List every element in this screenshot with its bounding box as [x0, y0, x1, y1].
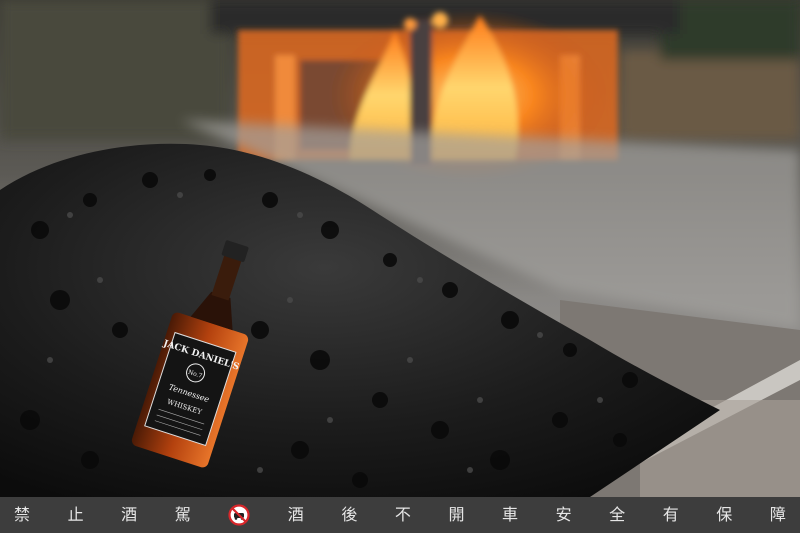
banner-char: 全: [609, 505, 626, 524]
banner-char: 車: [502, 505, 519, 524]
banner-char: 後: [341, 505, 358, 524]
banner-char: 安: [555, 505, 572, 524]
banner-char: 止: [67, 505, 84, 524]
banner-char: 開: [448, 505, 465, 524]
no-drunk-driving-icon: [228, 504, 250, 526]
banner-char: 禁: [14, 505, 31, 524]
banner-char: 駕: [174, 505, 191, 524]
banner-char: 有: [662, 505, 679, 524]
banner-char: 酒: [121, 505, 138, 524]
banner-char: 酒: [287, 505, 304, 524]
warning-banner: 禁 止 酒 駕 酒 後 不 開 車 安 全 有 保 障: [0, 497, 800, 533]
banner-char: 保: [716, 505, 733, 524]
banner-char: 障: [769, 505, 786, 524]
photo-scene: JACK DANIEL'S No.7 Tennessee WHISKEY: [0, 0, 800, 497]
banner-char: 不: [394, 505, 411, 524]
